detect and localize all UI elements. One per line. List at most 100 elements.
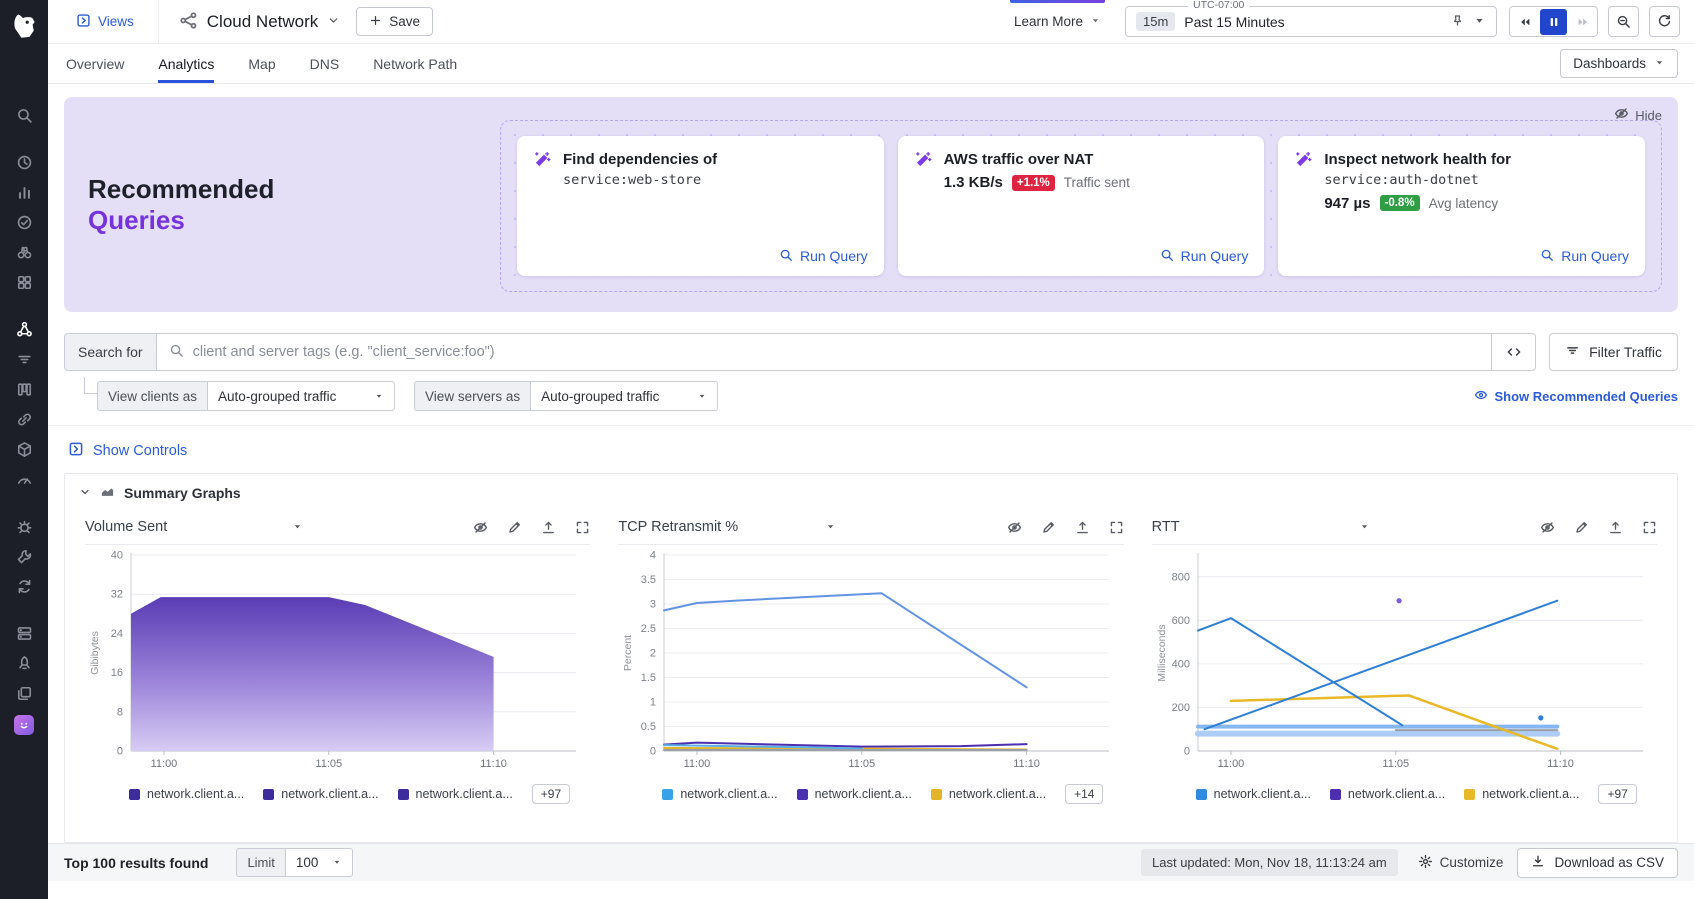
sidebar-item-history[interactable] — [0, 149, 48, 179]
chart-panel-volume-sent: Volume Sent 081624324011:0011:05 — [71, 510, 604, 812]
tab-network-path[interactable]: Network Path — [373, 44, 457, 83]
legend-item[interactable]: network.client.a... — [1330, 787, 1445, 801]
export-chart-icon[interactable] — [1075, 520, 1090, 535]
legend-item[interactable]: network.client.a... — [263, 787, 378, 801]
run-query-button[interactable]: Run Query — [1540, 248, 1629, 265]
time-range-picker[interactable]: UTC-07:00 15m Past 15 Minutes — [1125, 6, 1497, 37]
gear-icon — [1418, 854, 1433, 872]
customize-button[interactable]: Customize — [1418, 854, 1504, 872]
chart-metric-select[interactable]: TCP Retransmit % — [618, 519, 836, 535]
search-input[interactable] — [193, 344, 1480, 360]
rtt-chart[interactable]: 020040060080011:0011:0511:10Milliseconds — [1152, 545, 1657, 780]
legend-more-badge[interactable]: +14 — [1065, 784, 1103, 804]
tab-dns[interactable]: DNS — [310, 44, 340, 83]
sidebar-item-network[interactable] — [0, 316, 48, 346]
sidebar-item-search[interactable] — [0, 102, 48, 132]
summary-graphs-header[interactable]: Summary Graphs — [65, 474, 1677, 508]
tcp-retransmit-chart[interactable]: 00.511.522.533.5411:0011:0511:10Percent — [618, 545, 1123, 780]
legend-item[interactable]: network.client.a... — [662, 787, 777, 801]
legend-more-badge[interactable]: +97 — [1598, 784, 1636, 804]
sidebar-item-metrics[interactable] — [0, 179, 48, 209]
sidebar-item-synthetics[interactable] — [0, 573, 48, 603]
eye-icon — [1474, 388, 1488, 405]
hide-chart-icon[interactable] — [1007, 520, 1022, 535]
chart-metric-select[interactable]: Volume Sent — [85, 519, 303, 535]
datadog-logo[interactable] — [7, 8, 41, 42]
caret-down-icon — [292, 519, 303, 535]
sidebar-item-slo[interactable] — [0, 466, 48, 496]
run-query-button[interactable]: Run Query — [779, 248, 868, 265]
legend-item[interactable]: network.client.a... — [129, 787, 244, 801]
hide-chart-icon[interactable] — [473, 520, 488, 535]
sidebar-item-apm[interactable] — [0, 406, 48, 436]
learn-more-dropdown[interactable]: Learn More — [1004, 0, 1111, 43]
sidebar-item-ci[interactable] — [0, 543, 48, 573]
caret-down-icon — [374, 389, 384, 404]
sidebar-item-traffic[interactable] — [0, 346, 48, 376]
sidebar-item-processes[interactable] — [0, 376, 48, 406]
learn-more-label: Learn More — [1014, 14, 1083, 29]
dashboards-button[interactable]: Dashboards — [1560, 49, 1678, 78]
download-csv-button[interactable]: Download as CSV — [1517, 848, 1678, 878]
run-query-button[interactable]: Run Query — [1160, 248, 1249, 265]
legend-more-badge[interactable]: +97 — [532, 784, 570, 804]
svg-text:Gibibytes: Gibibytes — [89, 631, 101, 675]
volume-sent-chart[interactable]: 081624324011:0011:0511:10Gibibytes — [85, 545, 590, 780]
hide-banner-button[interactable]: Hide — [1614, 106, 1662, 124]
edit-chart-icon[interactable] — [1574, 520, 1589, 535]
chart-panel-rtt: RTT 020040060080011:0011:0511:10 — [1138, 510, 1671, 812]
sidebar-item-error-tracking[interactable] — [0, 513, 48, 543]
chart-metric-select[interactable]: RTT — [1152, 519, 1370, 535]
expand-chart-icon[interactable] — [575, 520, 590, 535]
sidebar-item-watchdog[interactable] — [0, 239, 48, 269]
tabs: Overview Analytics Map DNS Network Path — [66, 44, 457, 83]
legend-item[interactable]: network.client.a... — [398, 787, 513, 801]
show-recommended-queries-link[interactable]: Show Recommended Queries — [1474, 388, 1679, 405]
page-title-dropdown[interactable]: Cloud Network — [179, 11, 341, 33]
last-updated-label: Last updated: Mon, Nov 18, 11:13:24 am — [1141, 849, 1398, 876]
views-button[interactable]: Views — [48, 0, 159, 43]
processes-icon — [16, 381, 33, 401]
edit-chart-icon[interactable] — [507, 520, 522, 535]
pin-icon[interactable] — [1451, 14, 1464, 30]
export-chart-icon[interactable] — [1608, 520, 1623, 535]
slo-icon — [16, 471, 33, 491]
filter-traffic-button[interactable]: Filter Traffic — [1549, 333, 1678, 371]
sidebar-item-monitors[interactable] — [0, 209, 48, 239]
svg-text:800: 800 — [1171, 571, 1189, 583]
export-chart-icon[interactable] — [541, 520, 556, 535]
legend-item[interactable]: network.client.a... — [1196, 787, 1311, 801]
pause-button[interactable] — [1540, 9, 1567, 35]
legend-item[interactable]: network.client.a... — [797, 787, 912, 801]
svg-text:11:05: 11:05 — [849, 758, 876, 770]
tab-analytics[interactable]: Analytics — [158, 44, 214, 83]
rewind-button[interactable] — [1511, 9, 1538, 35]
metric-caption: Traffic sent — [1064, 175, 1130, 190]
expand-chart-icon[interactable] — [1109, 520, 1124, 535]
sidebar-item-workflows[interactable] — [0, 680, 48, 710]
view-clients-as-select[interactable]: Auto-grouped traffic — [207, 381, 395, 411]
view-servers-as-select[interactable]: Auto-grouped traffic — [530, 381, 718, 411]
banner-title-line2: Queries — [88, 205, 500, 236]
save-button[interactable]: Save — [356, 7, 433, 36]
sidebar-item-services[interactable] — [0, 436, 48, 466]
refresh-button[interactable] — [1649, 6, 1680, 37]
limit-select[interactable]: 100 — [285, 848, 354, 877]
query-card-aws-nat: AWS traffic over NAT 1.3 KB/s +1.1% Traf… — [898, 136, 1265, 276]
tab-overview[interactable]: Overview — [66, 44, 124, 83]
chevron-down-icon[interactable] — [1473, 14, 1486, 30]
sidebar-item-serverless[interactable] — [0, 650, 48, 680]
zoom-out-button[interactable] — [1608, 6, 1639, 37]
legend-item[interactable]: network.client.a... — [1464, 787, 1579, 801]
sidebar-item-infrastructure[interactable] — [0, 620, 48, 650]
expand-chart-icon[interactable] — [1642, 520, 1657, 535]
sidebar-item-profile[interactable] — [0, 710, 48, 740]
show-controls-link[interactable]: Show Controls — [68, 441, 187, 461]
legend-item[interactable]: network.client.a... — [931, 787, 1046, 801]
tab-map[interactable]: Map — [248, 44, 275, 83]
code-view-button[interactable] — [1491, 334, 1535, 370]
hide-chart-icon[interactable] — [1540, 520, 1555, 535]
forward-button[interactable] — [1569, 9, 1596, 35]
edit-chart-icon[interactable] — [1041, 520, 1056, 535]
sidebar-item-integrations[interactable] — [0, 269, 48, 299]
